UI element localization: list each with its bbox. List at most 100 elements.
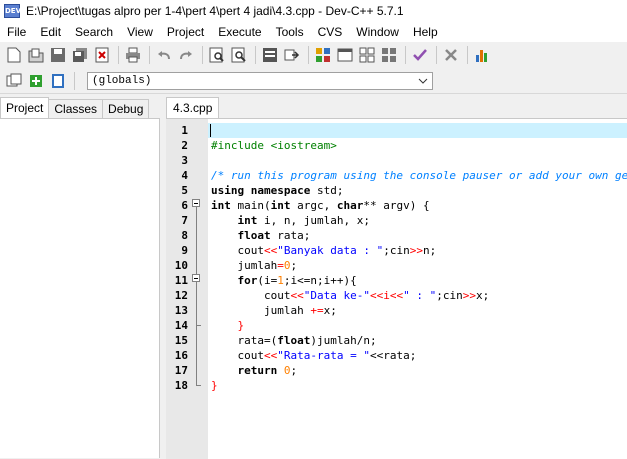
code-token: )jumlah/n; <box>310 334 377 347</box>
menu-search[interactable]: Search <box>68 25 120 39</box>
code-line: /* run this program using the console pa… <box>211 169 627 182</box>
editor-tab-file[interactable]: 4.3.cpp <box>166 97 220 118</box>
print-icon[interactable] <box>123 45 143 65</box>
open-file-icon[interactable] <box>26 45 46 65</box>
compile-icon[interactable] <box>313 45 333 65</box>
menu-cvs[interactable]: CVS <box>311 25 350 39</box>
tab-project[interactable]: Project <box>0 97 50 118</box>
menu-project[interactable]: Project <box>160 25 211 39</box>
toolbar-separator <box>255 46 256 64</box>
replace-icon[interactable] <box>229 45 249 65</box>
line-number: 7 <box>181 214 188 227</box>
code-token: int <box>211 199 231 212</box>
redo-icon[interactable] <box>176 45 196 65</box>
stop-execution-icon[interactable] <box>441 45 461 65</box>
tab-classes[interactable]: Classes <box>48 99 104 118</box>
code-line: rata=(float)jumlah/n; <box>211 333 377 348</box>
code-token: float <box>211 229 271 242</box>
run-icon[interactable] <box>335 45 355 65</box>
project-browser <box>0 118 160 458</box>
menu-execute[interactable]: Execute <box>211 25 268 39</box>
code-token: n; <box>422 244 437 257</box>
code-token: ;cin <box>436 289 463 302</box>
line-number: 18 <box>174 379 188 392</box>
code-token: (i= <box>257 274 278 287</box>
scope-selector[interactable]: (globals) <box>87 71 433 90</box>
code-token: cout <box>211 244 264 257</box>
remove-from-project-icon[interactable] <box>48 71 68 91</box>
code-token: ;i<=n;i++){ <box>283 274 357 287</box>
compile-run-icon[interactable] <box>357 45 377 65</box>
line-number: 3 <box>181 154 188 167</box>
code-line: cout<<"Data ke-"<<i<<" : ";cin>>x; <box>211 288 489 303</box>
save-all-icon[interactable] <box>70 45 90 65</box>
save-icon[interactable] <box>48 45 68 65</box>
code-token: << <box>263 244 278 257</box>
toolbar-separator <box>202 46 203 64</box>
main-toolbar <box>0 42 627 68</box>
line-number: 13 <box>174 304 188 317</box>
line-number: 4 <box>181 169 188 182</box>
code-token: "Rata-rata = " <box>277 349 370 362</box>
check-syntax-icon[interactable] <box>410 45 430 65</box>
undo-icon[interactable] <box>154 45 174 65</box>
toolbar-separator <box>118 46 119 64</box>
code-token: return <box>211 364 278 377</box>
window-title: E:\Project\tugas alpro per 1-4\pert 4\pe… <box>26 4 404 18</box>
code-token: >> <box>462 289 476 302</box>
code-line: return 0; <box>211 363 297 378</box>
menu-view[interactable]: View <box>120 25 160 39</box>
tab-debug[interactable]: Debug <box>102 99 150 118</box>
code-editor[interactable]: 1 2 3 4 5 6 7 8 9 10 11 12 13 14 15 16 1… <box>166 118 627 459</box>
add-to-project-icon[interactable] <box>26 71 46 91</box>
menu-bar: File Edit Search View Project Execute To… <box>0 22 627 42</box>
find-icon[interactable] <box>207 45 227 65</box>
code-token: jumlah <box>211 259 278 272</box>
rebuild-icon[interactable] <box>379 45 399 65</box>
left-panel-tabs: Project Classes Debug <box>0 97 160 118</box>
toolbar-separator <box>74 71 75 90</box>
line-number: 9 <box>181 244 188 257</box>
menu-edit[interactable]: Edit <box>33 25 68 39</box>
new-file-icon[interactable] <box>4 45 24 65</box>
code-token: x; <box>323 304 337 317</box>
new-project-icon[interactable] <box>4 71 24 91</box>
chevron-down-icon <box>418 78 428 84</box>
menu-tools[interactable]: Tools <box>269 25 311 39</box>
toolbar-separator <box>436 46 437 64</box>
editor-tabs: 4.3.cpp <box>166 97 627 118</box>
code-token: int <box>211 214 258 227</box>
code-token: ;cin <box>383 244 410 257</box>
code-line: int i, n, jumlah, x; <box>211 213 369 228</box>
code-token: main( <box>230 199 271 212</box>
line-number: 8 <box>181 229 188 242</box>
menu-window[interactable]: Window <box>349 25 406 39</box>
line-number: 12 <box>174 289 188 302</box>
line-number: 5 <box>181 184 188 197</box>
indent-icon[interactable] <box>260 45 280 65</box>
profile-chart-icon[interactable] <box>472 45 492 65</box>
line-number: 6 <box>181 199 188 212</box>
menu-help[interactable]: Help <box>406 25 445 39</box>
line-number: 15 <box>174 334 188 347</box>
code-token: rata=( <box>211 334 278 347</box>
close-file-icon[interactable] <box>92 45 112 65</box>
code-token: cout <box>211 289 291 302</box>
code-token: char <box>336 199 364 212</box>
code-line: cout<<"Banyak data : ";cin>>n; <box>211 243 436 258</box>
code-token: int <box>270 199 291 212</box>
goto-line-icon[interactable] <box>282 45 302 65</box>
menu-file[interactable]: File <box>0 25 33 39</box>
code-token: for <box>211 274 258 287</box>
code-token: << <box>290 289 304 302</box>
toolbar-separator <box>467 46 468 64</box>
code-line: using namespace std; <box>211 183 343 198</box>
line-number: 16 <box>174 349 188 362</box>
code-token: ; <box>290 364 298 377</box>
code-token: std; <box>310 184 344 197</box>
code-line: } <box>211 319 245 332</box>
line-number: 14 <box>174 319 188 332</box>
line-number: 1 <box>181 124 188 137</box>
code-token: = <box>277 259 284 272</box>
